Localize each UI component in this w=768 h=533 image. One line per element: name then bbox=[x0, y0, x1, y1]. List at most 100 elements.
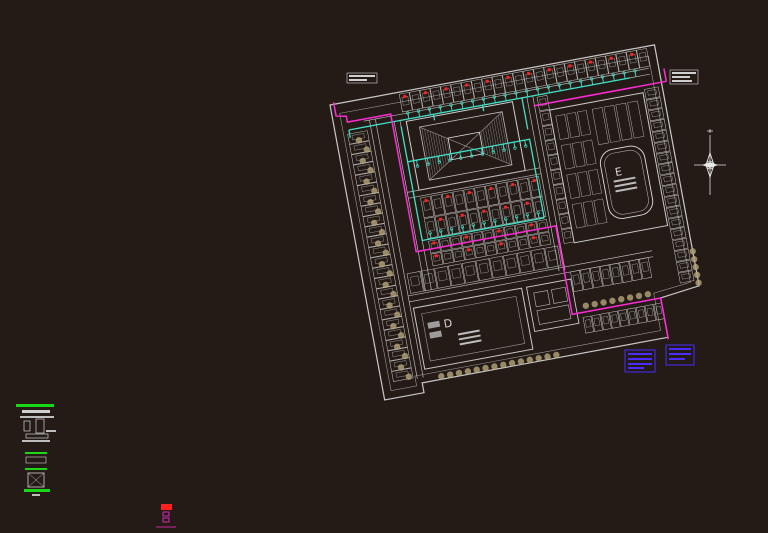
house-footprint bbox=[584, 319, 592, 328]
house bbox=[582, 200, 597, 227]
hatch-line bbox=[427, 130, 436, 174]
house-footprint bbox=[444, 196, 453, 207]
house-footprint bbox=[433, 198, 442, 209]
lot-marker bbox=[568, 64, 572, 68]
legend-box-right bbox=[665, 344, 695, 366]
lot-marker bbox=[444, 87, 448, 91]
house-footprint bbox=[572, 274, 581, 285]
lot bbox=[664, 194, 681, 208]
lot bbox=[654, 140, 671, 154]
house-footprint bbox=[520, 182, 529, 193]
lot bbox=[678, 270, 695, 284]
hatch-line bbox=[443, 137, 449, 162]
house-footprint bbox=[611, 314, 618, 323]
house-footprint bbox=[465, 265, 475, 277]
tree-icon bbox=[644, 291, 652, 298]
house bbox=[603, 104, 621, 143]
cad-viewport[interactable]: E D bbox=[0, 0, 768, 533]
lot bbox=[662, 183, 679, 197]
lot bbox=[503, 253, 521, 276]
north-arrow-icon bbox=[694, 129, 726, 195]
lot bbox=[658, 162, 675, 176]
tree-icon bbox=[609, 297, 616, 305]
block-e-houses bbox=[555, 100, 645, 229]
house-footprint bbox=[550, 157, 558, 165]
tree-icon bbox=[689, 248, 696, 255]
house-footprint bbox=[477, 190, 486, 201]
lot bbox=[503, 225, 517, 240]
lot bbox=[489, 255, 507, 279]
lot-marker bbox=[609, 56, 613, 61]
house bbox=[571, 141, 586, 168]
hatch-line bbox=[482, 130, 488, 155]
house-footprint bbox=[519, 238, 527, 246]
tree-icon bbox=[695, 279, 702, 287]
house-footprint bbox=[478, 262, 489, 274]
lot bbox=[656, 151, 673, 165]
lot bbox=[441, 249, 454, 265]
lot-marker bbox=[434, 254, 439, 258]
east-lot-strip bbox=[536, 86, 695, 284]
house-footprint bbox=[506, 257, 517, 269]
tree-icon bbox=[600, 299, 607, 306]
house-footprint bbox=[410, 275, 420, 287]
lot bbox=[544, 245, 562, 269]
lot-marker bbox=[482, 209, 486, 213]
house-footprint bbox=[533, 252, 544, 264]
house bbox=[566, 173, 581, 199]
south-lot-strip bbox=[406, 245, 665, 334]
house-footprint bbox=[509, 184, 518, 195]
house bbox=[582, 139, 597, 166]
lot bbox=[506, 237, 519, 253]
house-footprint bbox=[454, 250, 463, 258]
house-footprint bbox=[476, 246, 484, 254]
plan-tag-left bbox=[346, 72, 378, 84]
lot bbox=[473, 243, 487, 259]
lot-marker bbox=[532, 178, 536, 183]
house bbox=[555, 114, 570, 140]
tree-plantings bbox=[355, 137, 702, 380]
house-footprint bbox=[520, 255, 531, 266]
lot-marker bbox=[510, 182, 515, 187]
lot-marker bbox=[464, 235, 469, 239]
house-footprint bbox=[426, 220, 435, 232]
house-footprint bbox=[513, 204, 522, 216]
lot bbox=[646, 97, 663, 111]
lot bbox=[650, 119, 667, 133]
lot-marker bbox=[460, 213, 465, 217]
detail-sheet-grate bbox=[24, 468, 50, 496]
house-footprint bbox=[480, 210, 489, 222]
house-footprint bbox=[459, 214, 468, 226]
house-footprint bbox=[455, 194, 464, 205]
tree-icon bbox=[626, 294, 634, 301]
house bbox=[591, 107, 609, 145]
lot bbox=[666, 205, 683, 219]
water-meter bbox=[439, 229, 443, 233]
site-layout: E D bbox=[329, 44, 702, 401]
house-footprint bbox=[422, 200, 431, 211]
tree-icon bbox=[618, 295, 625, 303]
house-footprint bbox=[466, 192, 475, 203]
house-footprint bbox=[487, 188, 496, 199]
house bbox=[566, 112, 581, 138]
lot-marker bbox=[503, 205, 508, 209]
lot bbox=[452, 247, 465, 263]
house-footprint bbox=[492, 260, 503, 272]
hatch-line bbox=[440, 136, 447, 164]
house bbox=[577, 110, 591, 136]
lot bbox=[406, 271, 424, 294]
house-footprint bbox=[491, 208, 500, 220]
lot-marker bbox=[497, 229, 501, 233]
lot bbox=[538, 231, 552, 247]
house-footprint bbox=[542, 112, 550, 121]
block-e-label: E bbox=[614, 165, 623, 179]
tree-icon bbox=[591, 300, 598, 308]
lot bbox=[461, 260, 479, 284]
lot bbox=[676, 259, 693, 273]
house-footprint bbox=[593, 317, 601, 326]
house-footprint bbox=[448, 216, 457, 228]
lot-marker bbox=[588, 60, 593, 64]
tree-icon bbox=[693, 271, 701, 279]
house-footprint bbox=[437, 218, 446, 230]
tree-icon bbox=[582, 302, 590, 309]
